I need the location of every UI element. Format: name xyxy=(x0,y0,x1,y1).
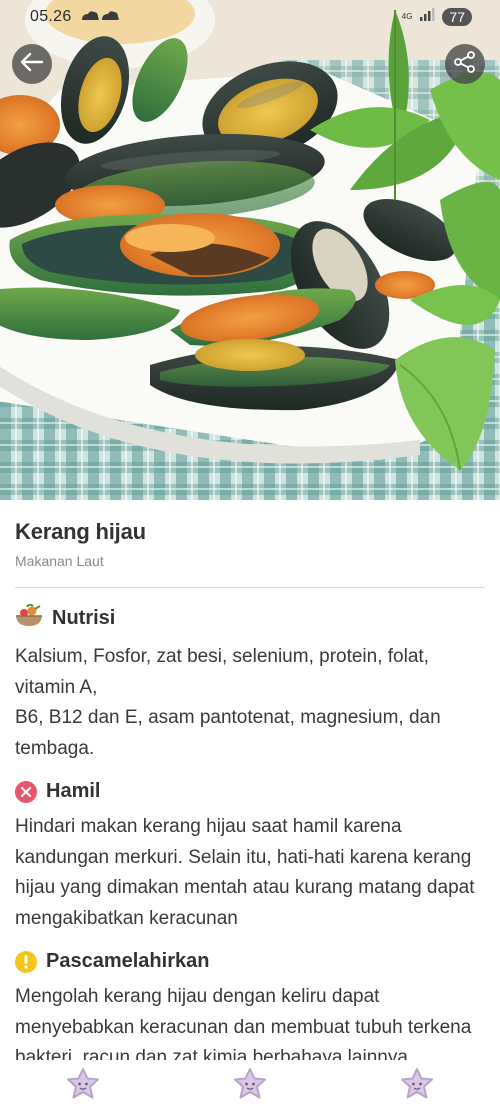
exclamation-circle-icon xyxy=(15,950,37,973)
nutrition-title: Nutrisi xyxy=(52,607,116,629)
star-face-icon xyxy=(65,1067,101,1106)
signal-icon xyxy=(419,7,435,27)
nutrition-header: Nutrisi xyxy=(15,603,485,633)
food-name: Kerang hijau xyxy=(15,519,146,544)
status-icons: 4G 77 xyxy=(401,7,472,27)
arrow-left-icon xyxy=(20,52,44,77)
back-button[interactable] xyxy=(12,44,52,84)
network-label: 4G xyxy=(401,12,413,21)
status-left: 05.26 xyxy=(30,8,120,26)
mussels-photo xyxy=(0,0,500,500)
status-bar: 05.26 4G 77 xyxy=(0,0,500,34)
postpartum-text: Mengolah kerang hijau dengan keliru dapa… xyxy=(15,986,472,1060)
food-bowl-icon xyxy=(15,603,43,633)
nutrition-line-1: Kalsium, Fosfor, zat besi, selenium, pro… xyxy=(15,646,429,698)
cloud-icon xyxy=(80,8,120,26)
star-face-icon xyxy=(399,1067,435,1106)
nutrition-text: Kalsium, Fosfor, zat besi, selenium, pro… xyxy=(15,642,485,764)
postpartum-title: Pascamelahirkan xyxy=(46,950,210,972)
pregnancy-title: Hamil xyxy=(46,780,101,802)
nutrition-line-2: B6, B12 dan E, asam pantotenat, magnesiu… xyxy=(15,707,441,759)
food-detail: Kerang hijau Makanan Laut Nutrisi Kalsiu… xyxy=(0,500,500,1060)
share-icon xyxy=(454,50,476,78)
x-circle-icon xyxy=(15,780,37,803)
hero-image xyxy=(0,0,500,500)
pregnancy-text: Hindari makan kerang hijau saat hamil ka… xyxy=(15,816,475,929)
divider xyxy=(15,587,485,588)
food-category: Makanan Laut xyxy=(15,553,104,569)
share-button[interactable] xyxy=(445,44,485,84)
star-face-icon xyxy=(232,1067,268,1106)
battery-indicator: 77 xyxy=(442,8,472,26)
pregnancy-header: Hamil xyxy=(15,780,485,803)
bottom-nav-1[interactable] xyxy=(63,1066,103,1106)
postpartum-header: Pascamelahirkan xyxy=(15,950,485,973)
status-time: 05.26 xyxy=(30,8,72,25)
bottom-nav-3[interactable] xyxy=(397,1066,437,1106)
bottom-bar xyxy=(0,1060,500,1115)
bottom-nav-2[interactable] xyxy=(230,1066,270,1106)
